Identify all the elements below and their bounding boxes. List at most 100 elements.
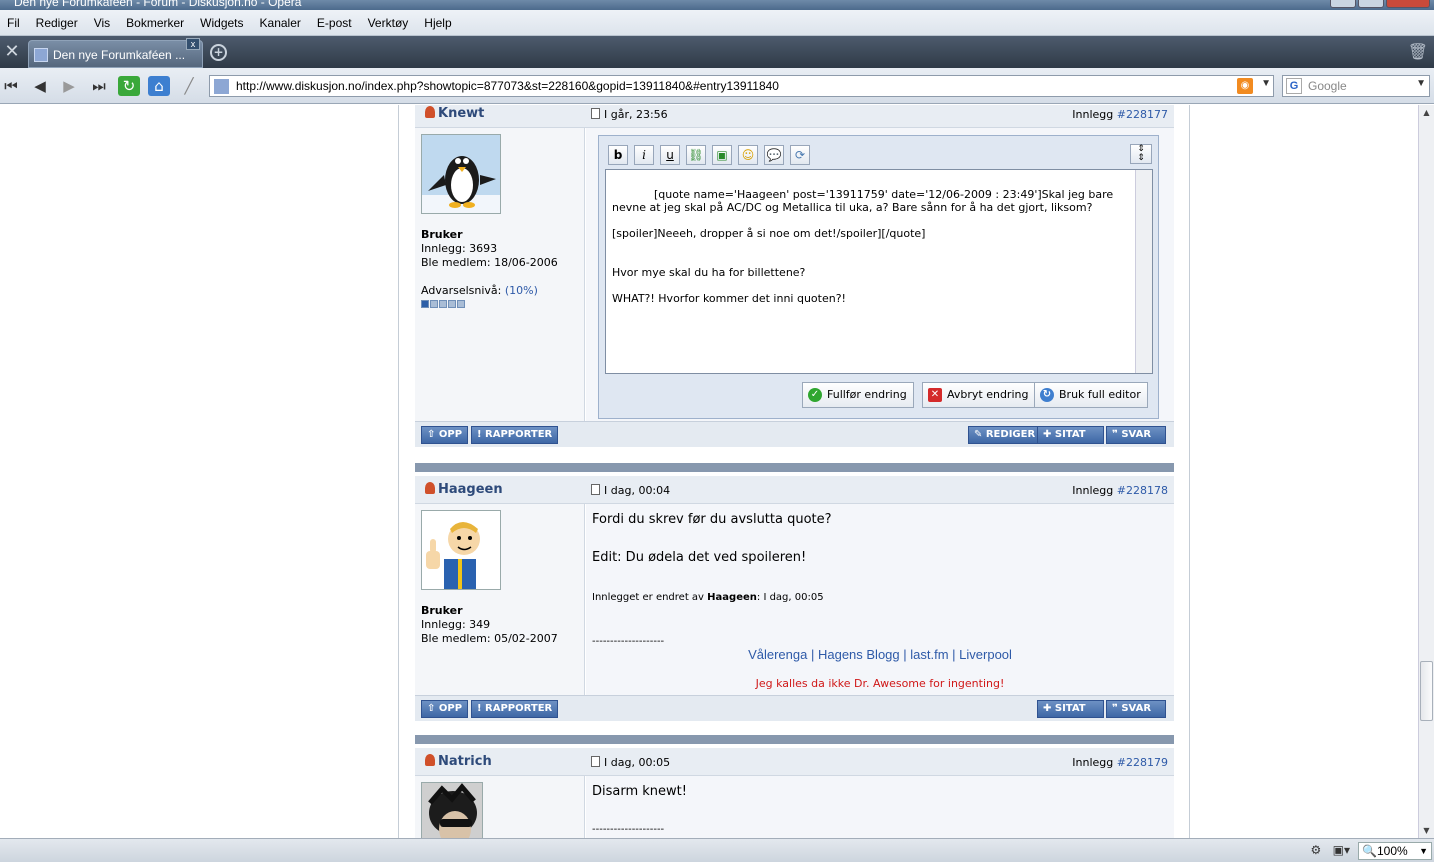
scroll-down-icon[interactable]: ▼ [1419, 823, 1434, 838]
tab-close-icon[interactable]: x [186, 38, 200, 50]
edited-suffix: : I dag, 00:05 [756, 592, 824, 603]
post-label: Innlegg [1072, 484, 1114, 497]
spellcheck-icon[interactable]: ⟳ [790, 145, 810, 165]
reply-button[interactable]: ❞ SVAR [1106, 426, 1166, 444]
post-date: I dag, 00:05 [591, 756, 670, 769]
menu-fil[interactable]: Fil [0, 16, 29, 30]
search-input[interactable]: G Google ▼ [1282, 75, 1430, 97]
finish-edit-button[interactable]: ✓ Fullfør endring [802, 382, 914, 408]
warning-level-bar [421, 300, 558, 308]
post-number-link[interactable]: #228177 [1117, 108, 1168, 121]
post-body: Disarm knewt! -------------------- [586, 776, 1174, 838]
post-text-line: Fordi du skrev før du avslutta quote? [592, 512, 832, 527]
report-button[interactable]: ! RAPPORTER [471, 426, 559, 444]
avatar[interactable] [421, 782, 483, 838]
menu-widgets[interactable]: Widgets [193, 16, 252, 30]
post-author[interactable]: Haageen [425, 482, 503, 497]
post-text-line: Edit: Du ødela det ved spoileren! [592, 550, 807, 565]
edited-note: Innlegget er endret av Haageen: I dag, 0… [592, 590, 824, 606]
menu-verktoy[interactable]: Verktøy [361, 16, 418, 30]
address-toolbar: ⏮ ◀ ▶ ⏭ ↻ ⌂ ╱ http://www.diskusjon.no/in… [0, 68, 1434, 104]
rss-icon[interactable]: ◉ [1237, 78, 1253, 94]
user-details: Bruker Innlegg: 349 Ble medlem: 05/02-20… [421, 604, 558, 646]
finish-edit-label: Fullfør endring [827, 388, 907, 401]
window-titlebar: Den nye Forumkaféen - Forum - Diskusjon.… [0, 0, 1434, 10]
maximize-button[interactable] [1358, 0, 1384, 8]
speed-dial-icon[interactable]: ⚙ [1311, 843, 1322, 857]
menu-bar: Fil Rediger Vis Bokmerker Widgets Kanale… [0, 10, 1434, 36]
window-title: Den nye Forumkaféen - Forum - Diskusjon.… [14, 0, 302, 9]
insert-image-icon[interactable]: ▣ [712, 145, 732, 165]
user-group: Bruker [421, 604, 463, 617]
underline-button[interactable]: u [660, 145, 680, 165]
opp-button[interactable]: ⇧ OPP [421, 700, 469, 718]
opp-button[interactable]: ⇧ OPP [421, 426, 469, 444]
resize-editor-icon[interactable]: ⇕ ⇕ [1130, 144, 1152, 164]
warning-value[interactable]: (10%) [505, 284, 538, 297]
sig-link-valerenga[interactable]: Vålerenga [748, 647, 807, 662]
edit-button[interactable]: ✎ REDIGER [968, 426, 1042, 444]
menu-vis[interactable]: Vis [87, 16, 119, 30]
quote-button[interactable]: ✚ SITAT [1037, 700, 1104, 718]
report-button[interactable]: ! RAPPORTER [471, 700, 559, 718]
menu-hjelp[interactable]: Hjelp [417, 16, 460, 30]
edit-textarea[interactable]: [quote name='Haageen' post='13911759' da… [605, 169, 1153, 374]
post-number-link[interactable]: #228179 [1117, 756, 1168, 769]
textarea-scrollbar[interactable] [1135, 170, 1152, 373]
scroll-up-icon[interactable]: ▲ [1419, 105, 1434, 120]
menu-epost[interactable]: E-post [310, 16, 361, 30]
post-author[interactable]: Natrich [425, 754, 492, 769]
user-info-panel: Bruker Innlegg: 3693 Ble medlem: 18/06-2… [415, 128, 585, 421]
sig-link-liverpool[interactable]: Liverpool [959, 647, 1012, 662]
insert-link-icon[interactable]: ⛓ [686, 145, 706, 165]
wand-icon[interactable]: ╱ [178, 76, 200, 96]
user-member-since: Ble medlem: 05/02-2007 [421, 632, 558, 645]
home-icon[interactable]: ⌂ [148, 76, 170, 96]
warning-label: Advarselsnivå: [421, 284, 502, 297]
italic-button[interactable]: i [634, 145, 654, 165]
menu-rediger[interactable]: Rediger [29, 16, 87, 30]
user-info-panel [415, 776, 585, 838]
scroll-thumb[interactable] [1420, 661, 1433, 721]
editor-toolbar: b i u ⛓ ▣ ☺ 💬 ⟳ ⇕ ⇕ [599, 136, 1158, 168]
zoom-control[interactable]: 🔍 100% ▼ [1358, 842, 1432, 860]
reply-button[interactable]: ❞ SVAR [1106, 700, 1166, 718]
post-author[interactable]: Knewt [425, 106, 484, 121]
page-scrollbar[interactable]: ▲ ▼ [1418, 105, 1434, 838]
cancel-edit-button[interactable]: ✕ Avbryt endring [922, 382, 1036, 408]
back-icon[interactable]: ◀ [29, 76, 51, 96]
rewind-icon[interactable]: ⏮ [0, 76, 22, 96]
zoom-dropdown-icon[interactable]: ▼ [1419, 843, 1428, 859]
url-dropdown-icon[interactable]: ▼ [1261, 78, 1271, 89]
quote-button[interactable]: ✚ SITAT [1037, 426, 1104, 444]
menu-kanaler[interactable]: Kanaler [253, 16, 310, 30]
search-dropdown-icon[interactable]: ▼ [1416, 78, 1426, 89]
avatar[interactable] [421, 134, 501, 214]
tools-icon[interactable]: ✕ [2, 41, 22, 63]
post-number-link[interactable]: #228178 [1117, 484, 1168, 497]
close-window-button[interactable] [1386, 0, 1430, 8]
tab-forumkafeen[interactable]: Den nye Forumkaféen ... x [28, 38, 203, 68]
forward-icon[interactable]: ▶ [58, 76, 80, 96]
page-viewport: Knewt I går, 23:56 Innlegg #228177 Bruke… [0, 105, 1418, 838]
url-input[interactable]: http://www.diskusjon.no/index.php?showto… [209, 75, 1274, 97]
smiley-icon[interactable]: ☺ [738, 145, 758, 165]
sig-link-blogg[interactable]: Hagens Blogg [818, 647, 900, 662]
avatar[interactable] [421, 510, 501, 590]
menu-bokmerker[interactable]: Bokmerker [119, 16, 193, 30]
camera-icon[interactable]: ▣▾ [1333, 843, 1350, 857]
check-icon: ✓ [808, 388, 822, 402]
signature-separator: -------------------- [592, 824, 665, 835]
trash-icon[interactable]: 🗑 [1408, 42, 1428, 61]
new-tab-icon[interactable]: + [210, 44, 227, 61]
bold-button[interactable]: b [608, 145, 628, 165]
tab-label: Den nye Forumkaféen ... [53, 48, 186, 62]
edited-prefix: Innlegget er endret av [592, 592, 704, 603]
sig-link-lastfm[interactable]: last.fm [910, 647, 948, 662]
reload-icon[interactable]: ↻ [118, 76, 140, 96]
full-editor-button[interactable]: ↻ Bruk full editor [1034, 382, 1148, 408]
fast-forward-icon[interactable]: ⏭ [88, 76, 110, 96]
quote-bubble-icon[interactable]: 💬 [764, 145, 784, 165]
post-body: b i u ⛓ ▣ ☺ 💬 ⟳ ⇕ ⇕ [quote name='Haageen'… [586, 128, 1174, 421]
minimize-button[interactable] [1330, 0, 1356, 8]
